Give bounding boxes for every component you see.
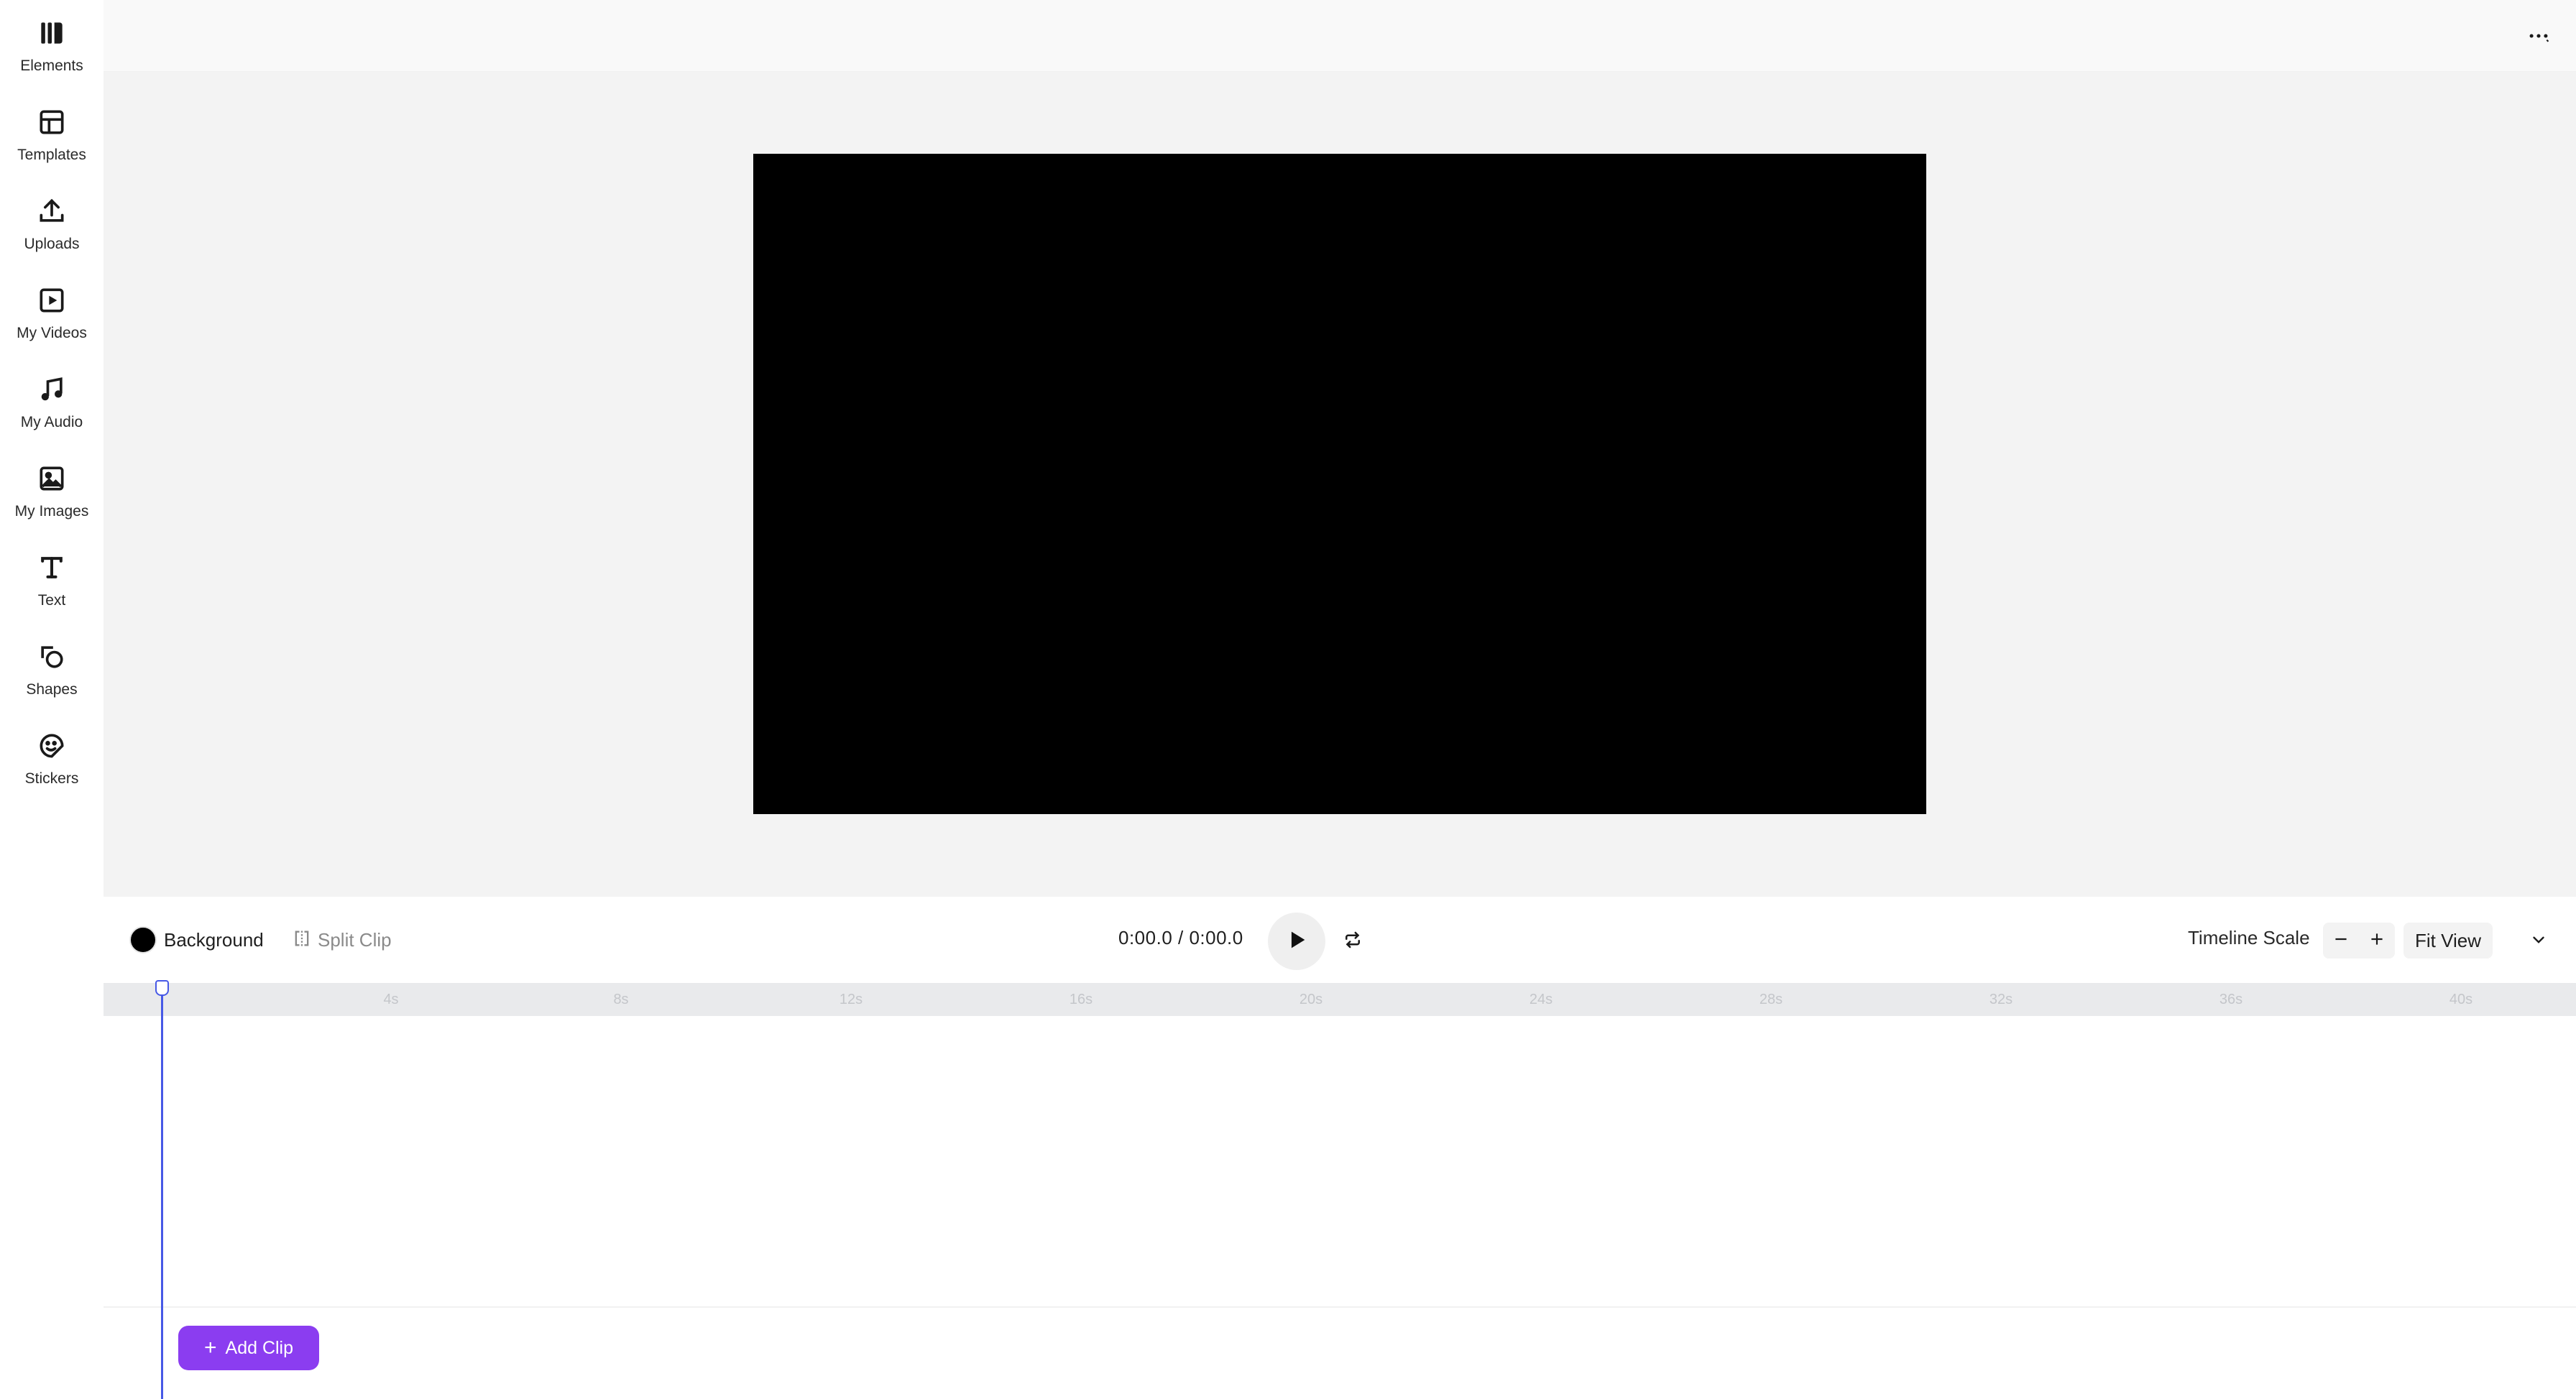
background-label: Background — [164, 928, 264, 951]
sidebar-item-stickers[interactable]: Stickers — [0, 713, 104, 798]
ruler-tick: 12s — [839, 992, 863, 1007]
loop-button[interactable] — [1340, 928, 1366, 954]
sidebar-item-label: My Images — [14, 503, 89, 520]
sidebar-item-elements[interactable]: Elements — [0, 0, 104, 85]
top-bar — [104, 0, 2576, 72]
timeline-scale-label: Timeline Scale — [2188, 927, 2310, 948]
sticker-icon — [34, 729, 69, 763]
sidebar-item-my-audio[interactable]: My Audio — [0, 356, 104, 441]
ruler-tick: 40s — [2449, 992, 2473, 1007]
sidebar-item-uploads[interactable]: Uploads — [0, 178, 104, 263]
split-clip-label: Split Clip — [318, 928, 392, 951]
split-clip-button[interactable]: Split Clip — [292, 924, 392, 956]
chevron-down-icon — [2529, 931, 2548, 953]
image-icon — [34, 461, 69, 496]
time-display: 0:00.0 / 0:00.0 — [1118, 927, 1243, 948]
background-button[interactable]: Background — [129, 924, 264, 956]
playback-controls: Background Split Clip 0:00.0 / 0:00.0 Ti… — [104, 897, 2576, 983]
timeline-scale-group — [2323, 923, 2395, 959]
music-note-icon — [34, 372, 69, 407]
playhead-line[interactable] — [161, 983, 163, 1399]
ruler-tick: 16s — [1069, 992, 1093, 1007]
text-icon — [34, 550, 69, 585]
sidebar-item-my-videos[interactable]: My Videos — [0, 267, 104, 352]
shapes-icon — [34, 640, 69, 674]
plus-icon: + — [203, 1336, 217, 1359]
fit-view-button[interactable]: Fit View — [2404, 923, 2493, 959]
sidebar-item-shapes[interactable]: Shapes — [0, 624, 104, 708]
add-clip-label: Add Clip — [225, 1337, 294, 1358]
ruler-tick: 4s — [383, 992, 399, 1007]
sidebar-item-my-images[interactable]: My Images — [0, 445, 104, 530]
sidebar-item-label: Shapes — [26, 681, 78, 698]
more-dots-icon — [2526, 24, 2551, 52]
background-color-swatch — [129, 926, 157, 954]
timeline-track-area[interactable] — [104, 1016, 2576, 1308]
ruler-tick: 20s — [1299, 992, 1323, 1007]
sidebar: Elements Templates Uploads My Videos My … — [0, 0, 104, 1399]
plus-icon — [2368, 930, 2386, 952]
loop-icon — [1342, 929, 1363, 954]
zoom-in-button[interactable] — [2359, 923, 2395, 959]
sidebar-item-label: Text — [37, 592, 66, 609]
zoom-out-button[interactable] — [2323, 923, 2359, 959]
minus-icon — [2332, 930, 2350, 952]
ruler-tick: 24s — [1529, 992, 1553, 1007]
add-clip-button[interactable]: + Add Clip — [178, 1326, 319, 1370]
sidebar-item-label: My Audio — [20, 414, 83, 430]
preview-area — [104, 72, 2576, 897]
sidebar-item-label: Uploads — [24, 236, 80, 252]
sidebar-item-text[interactable]: Text — [0, 535, 104, 619]
video-icon — [34, 283, 69, 318]
ruler-tick: 32s — [1989, 992, 2013, 1007]
upload-icon — [34, 194, 69, 228]
ruler-tick: 8s — [613, 992, 629, 1007]
playhead-handle[interactable] — [155, 980, 169, 996]
templates-icon — [34, 105, 69, 139]
ruler-tick: 36s — [2219, 992, 2243, 1007]
video-editor-app: Elements Templates Uploads My Videos My … — [0, 0, 2576, 1399]
play-icon — [1284, 928, 1309, 956]
sidebar-item-templates[interactable]: Templates — [0, 89, 104, 174]
video-canvas[interactable] — [753, 154, 1926, 814]
sidebar-item-label: My Videos — [17, 325, 87, 341]
sidebar-item-label: Stickers — [24, 770, 79, 787]
ruler-tick: 28s — [1759, 992, 1783, 1007]
split-icon — [292, 928, 312, 952]
more-options-button[interactable] — [2523, 22, 2554, 53]
timeline-ruler[interactable]: 4s 8s 12s 16s 20s 24s 28s 32s 36s 40s — [104, 983, 2576, 1016]
elements-icon — [34, 16, 69, 50]
collapse-timeline-button[interactable] — [2526, 928, 2552, 954]
sidebar-item-label: Elements — [20, 57, 83, 74]
play-button[interactable] — [1268, 913, 1325, 970]
sidebar-item-label: Templates — [17, 147, 86, 163]
